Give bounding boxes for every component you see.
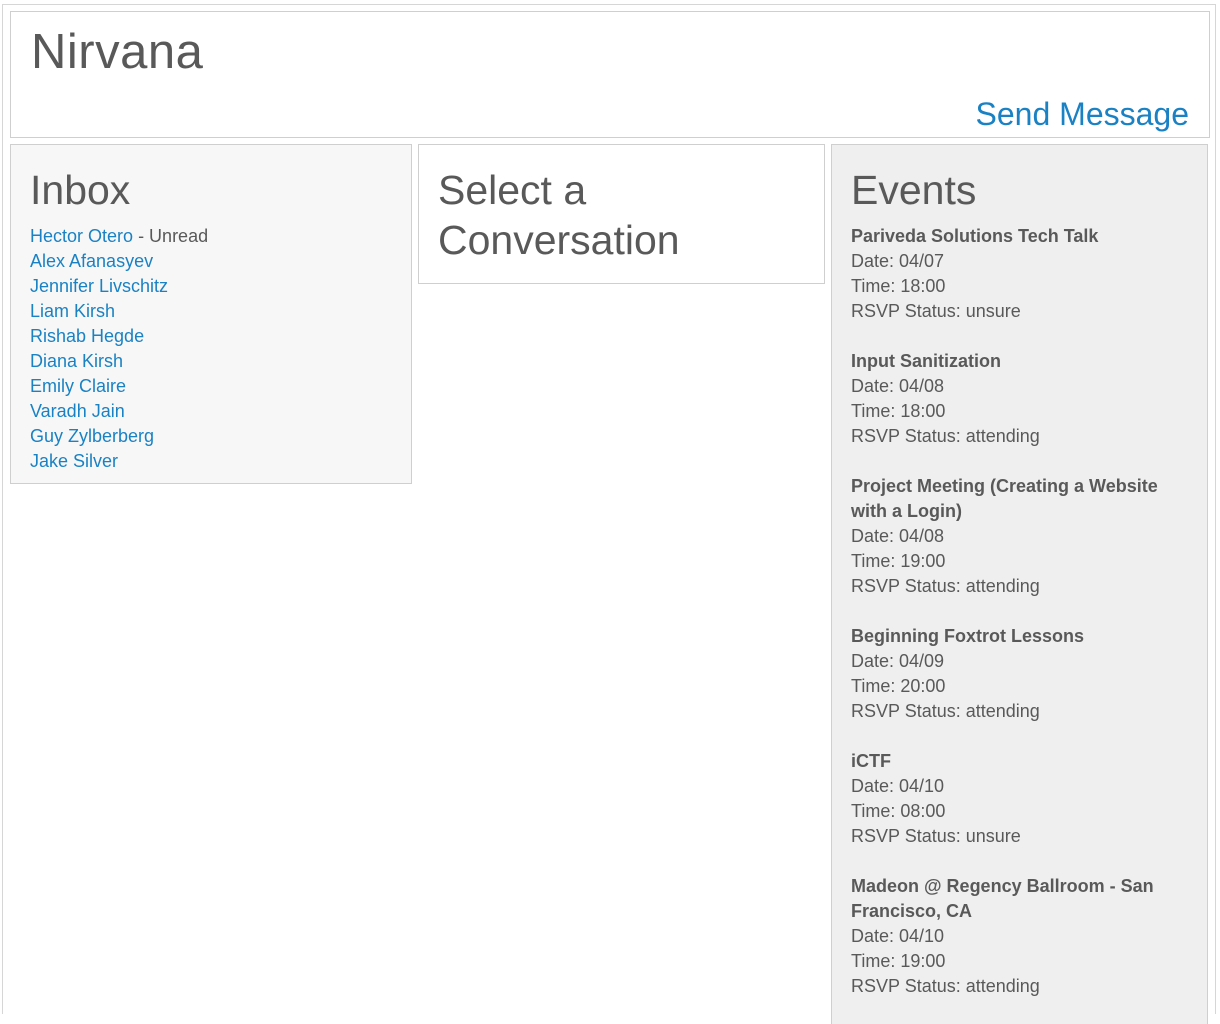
- inbox-item: Liam Kirsh: [30, 299, 392, 324]
- unread-label: - Unread: [138, 226, 209, 246]
- contact-link[interactable]: Liam Kirsh: [30, 301, 115, 321]
- event-time: Time: 19:00: [851, 551, 946, 571]
- event-date: Date: 04/08: [851, 526, 945, 546]
- event-rsvp: RSVP Status: unsure: [851, 301, 1021, 321]
- event-item: Pariveda Solutions Tech Talk Date: 04/07 T…: [851, 224, 1188, 324]
- event-rsvp: RSVP Status: unsure: [851, 826, 1021, 846]
- conversation-title: Select a Conversation: [438, 167, 680, 263]
- event-rsvp: RSVP Status: attending: [851, 426, 1040, 446]
- event-name: Input Sanitization: [851, 351, 1001, 371]
- inbox-item: Emily Claire: [30, 374, 392, 399]
- site-header: Nirvana Send Message: [10, 11, 1210, 138]
- event-date: Date: 04/08: [851, 376, 945, 396]
- event-date: Date: 04/10: [851, 926, 945, 946]
- event-name: Beginning Foxtrot Lessons: [851, 626, 1085, 646]
- inbox-item: Jennifer Livschitz: [30, 274, 392, 299]
- conversation-panel: Select a Conversation: [418, 144, 825, 284]
- event-item: Madeon @ Regency Ballroom - San Francisc…: [851, 874, 1188, 999]
- events-title: Events: [851, 167, 977, 213]
- send-message-link[interactable]: Send Message: [976, 94, 1189, 134]
- event-item: Beginning Foxtrot Lessons Date: 04/09 Time…: [851, 624, 1188, 724]
- inbox-item: Rishab Hegde: [30, 324, 392, 349]
- inbox-item: Alex Afanasyev: [30, 249, 392, 274]
- event-name: iCTF: [851, 751, 891, 771]
- event-rsvp: RSVP Status: attending: [851, 976, 1040, 996]
- inbox-list: Hector Otero - Unread Alex Afanasyev Jenni…: [30, 224, 392, 474]
- inbox-item: Varadh Jain: [30, 399, 392, 424]
- event-time: Time: 08:00: [851, 801, 946, 821]
- event-date: Date: 04/07: [851, 251, 945, 271]
- contact-link[interactable]: Alex Afanasyev: [30, 251, 153, 271]
- event-time: Time: 18:00: [851, 276, 946, 296]
- event-date: Date: 04/10: [851, 776, 945, 796]
- events-list: Pariveda Solutions Tech Talk Date: 04/07 T…: [851, 224, 1188, 999]
- events-panel: Events Pariveda Solutions Tech Talk Date:…: [831, 144, 1208, 1024]
- inbox-item: Diana Kirsh: [30, 349, 392, 374]
- contact-link[interactable]: Diana Kirsh: [30, 351, 123, 371]
- event-time: Time: 20:00: [851, 676, 946, 696]
- contact-link[interactable]: Emily Claire: [30, 376, 126, 396]
- site-title: Nirvana: [31, 25, 204, 79]
- event-rsvp: RSVP Status: attending: [851, 701, 1040, 721]
- event-item: Project Meeting (Creating a Website with…: [851, 474, 1188, 599]
- event-date: Date: 04/09: [851, 651, 945, 671]
- event-time: Time: 19:00: [851, 951, 946, 971]
- contact-link[interactable]: Varadh Jain: [30, 401, 125, 421]
- inbox-panel: Inbox Hector Otero - Unread Alex Afanasye…: [10, 144, 412, 484]
- inbox-title: Inbox: [30, 167, 131, 213]
- event-time: Time: 18:00: [851, 401, 946, 421]
- event-rsvp: RSVP Status: attending: [851, 576, 1040, 596]
- inbox-item: Jake Silver: [30, 449, 392, 474]
- event-name: Project Meeting (Creating a Website with…: [851, 476, 1158, 521]
- contact-link[interactable]: Guy Zylberberg: [30, 426, 154, 446]
- event-name: Pariveda Solutions Tech Talk: [851, 226, 1099, 246]
- event-item: iCTF Date: 04/10 Time: 08:00 RSVP Status: u…: [851, 749, 1188, 849]
- contact-link[interactable]: Jennifer Livschitz: [30, 276, 168, 296]
- inbox-item: Hector Otero - Unread: [30, 224, 392, 249]
- event-name: Madeon @ Regency Ballroom - San Francisc…: [851, 876, 1154, 921]
- event-item: Input Sanitization Date: 04/08 Time: 18:00…: [851, 349, 1188, 449]
- contact-link[interactable]: Rishab Hegde: [30, 326, 144, 346]
- contact-link[interactable]: Hector Otero: [30, 226, 133, 246]
- inbox-item: Guy Zylberberg: [30, 424, 392, 449]
- contact-link[interactable]: Jake Silver: [30, 451, 118, 471]
